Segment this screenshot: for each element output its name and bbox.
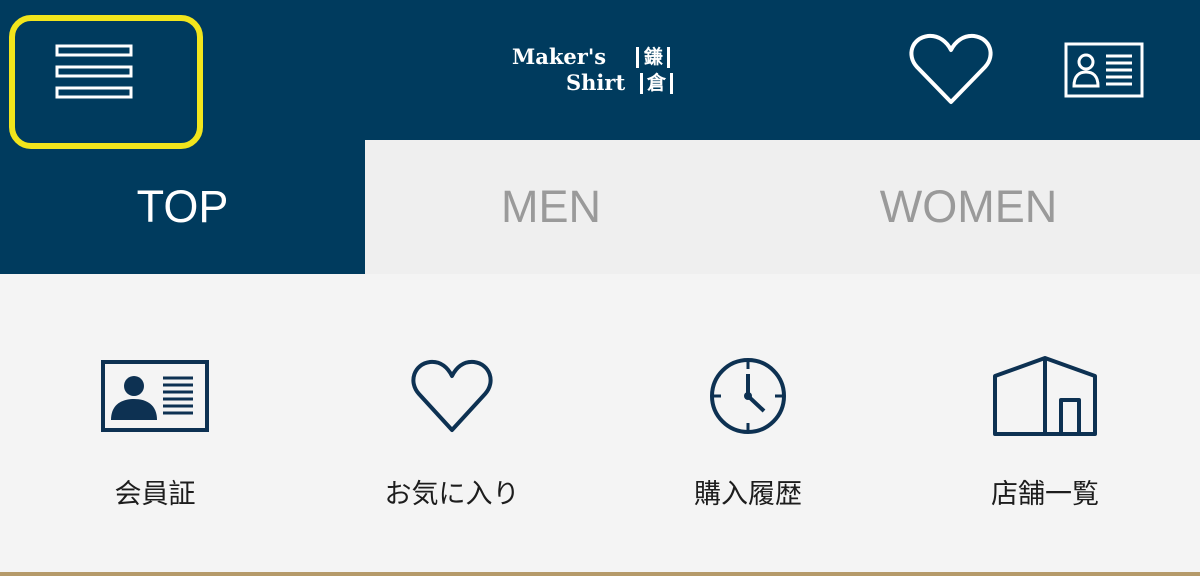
quick-link-purchase-history[interactable]: 購入履歴: [638, 274, 858, 572]
favorites-heart-icon[interactable]: [908, 32, 994, 108]
app-header: Maker's Shirt 鎌 倉: [0, 0, 1200, 149]
quick-link-store-list[interactable]: 店舗一覧: [935, 274, 1155, 572]
quick-link-favorites[interactable]: お気に入り: [342, 274, 562, 572]
menu-button[interactable]: [9, 15, 203, 149]
quick-link-member-card[interactable]: 会員証: [45, 274, 265, 572]
logo-divider: [670, 73, 673, 94]
logo-divider: [667, 47, 670, 68]
heart-icon: [411, 359, 493, 432]
logo-divider: [636, 47, 639, 68]
quick-link-label: 購入履歴: [694, 479, 802, 510]
member-card-icon: [101, 360, 209, 432]
quick-link-label: 店舗一覧: [991, 479, 1099, 510]
hamburger-menu-icon: [55, 44, 133, 99]
category-tabs: TOP MEN WOMEN: [0, 140, 1200, 274]
logo-divider: [640, 73, 643, 94]
quick-link-label: お気に入り: [384, 479, 520, 510]
brand-logo[interactable]: Maker's Shirt 鎌 倉: [510, 43, 692, 97]
quick-link-label: 会員証: [114, 479, 196, 510]
tab-men[interactable]: MEN: [365, 140, 737, 274]
logo-line2: Shirt: [566, 70, 626, 95]
tab-top[interactable]: TOP: [0, 140, 365, 274]
logo-kanji2: 倉: [647, 72, 667, 94]
member-card-icon[interactable]: [1064, 42, 1144, 98]
logo-kanji1: 鎌: [644, 46, 664, 68]
tab-women[interactable]: WOMEN: [737, 140, 1200, 274]
quick-links: 会員証 お気に入り 購入履歴 店舗一覧: [0, 274, 1200, 572]
logo-line1: Maker's: [512, 44, 607, 69]
divider: [0, 572, 1200, 576]
store-icon: [993, 356, 1097, 436]
clock-icon: [710, 358, 786, 434]
